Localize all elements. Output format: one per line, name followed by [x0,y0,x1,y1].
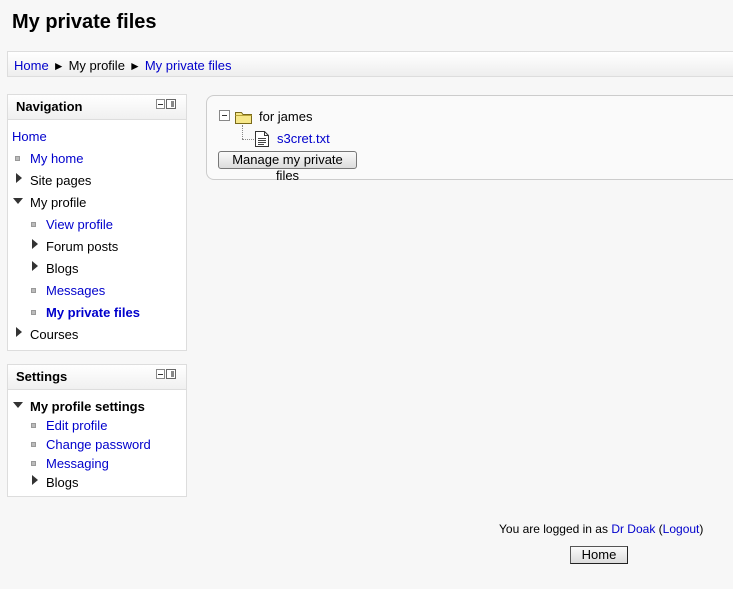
block-hide-icon[interactable] [156,369,165,379]
block-dock-icon[interactable] [166,99,176,109]
collapse-icon[interactable] [219,110,230,121]
nav-blogs[interactable]: Blogs [46,261,79,276]
nav-my-profile[interactable]: My profile [30,195,86,210]
user-link[interactable]: Dr Doak [611,522,655,536]
bullet-icon [15,156,20,161]
collapse-arrow-icon[interactable] [13,402,23,408]
file-link[interactable]: s3cret.txt [277,131,330,146]
bullet-icon [31,288,36,293]
bullet-icon [31,461,36,466]
tree-connector [242,139,254,140]
breadcrumb-home[interactable]: Home [14,58,49,73]
breadcrumb: Home ► My profile ► My private files [14,58,232,73]
settings-change-password[interactable]: Change password [46,437,151,452]
login-info-prefix: You are logged in as [499,522,612,536]
breadcrumb-separator: ► [52,59,65,73]
nav-messages[interactable]: Messages [46,283,105,298]
block-dock-icon[interactable] [166,369,176,379]
settings-my-profile-settings[interactable]: My profile settings [30,399,145,414]
navigation-block-header: Navigation [8,95,186,120]
bullet-icon [31,423,36,428]
breadcrumb-separator: ► [128,59,141,73]
block-controls [156,369,176,379]
settings-blogs[interactable]: Blogs [46,475,79,490]
expand-arrow-icon[interactable] [32,261,38,271]
text-file-icon [255,131,269,147]
nav-view-profile[interactable]: View profile [46,217,113,232]
expand-arrow-icon[interactable] [32,239,38,249]
settings-edit-profile[interactable]: Edit profile [46,418,107,433]
manage-private-files-button[interactable]: Manage my private files [218,151,357,183]
nav-my-private-files[interactable]: My private files [46,305,140,320]
nav-site-pages[interactable]: Site pages [30,173,91,188]
folder-icon [235,112,252,124]
block-hide-icon[interactable] [156,99,165,109]
login-info-paren-open: ( [655,522,663,536]
tree-connector [242,125,243,139]
settings-block-header: Settings [8,365,186,390]
bullet-icon [31,222,36,227]
login-info-paren-close: ) [699,522,704,536]
breadcrumb-my-private-files[interactable]: My private files [145,58,232,73]
expand-arrow-icon[interactable] [16,327,22,337]
nav-courses[interactable]: Courses [30,327,78,342]
bullet-icon [31,442,36,447]
collapse-arrow-icon[interactable] [13,198,23,204]
breadcrumb-bar: Home ► My profile ► My private files [7,51,733,77]
settings-block-title: Settings [16,369,68,384]
bullet-icon [31,310,36,315]
block-controls [156,99,176,109]
nav-forum-posts[interactable]: Forum posts [46,239,118,254]
page-title: My private files [12,11,157,33]
expand-arrow-icon[interactable] [16,173,22,183]
home-button[interactable]: Home [570,546,628,564]
login-info: You are logged in as Dr Doak (Logout) [499,522,703,536]
breadcrumb-my-profile: My profile [68,58,125,73]
nav-my-home[interactable]: My home [30,151,83,166]
nav-home[interactable]: Home [12,129,47,144]
logout-link[interactable]: Logout [663,522,700,536]
expand-arrow-icon[interactable] [32,475,38,485]
folder-label[interactable]: for james [259,109,312,124]
navigation-block-title: Navigation [16,99,83,114]
settings-messaging[interactable]: Messaging [46,456,109,471]
